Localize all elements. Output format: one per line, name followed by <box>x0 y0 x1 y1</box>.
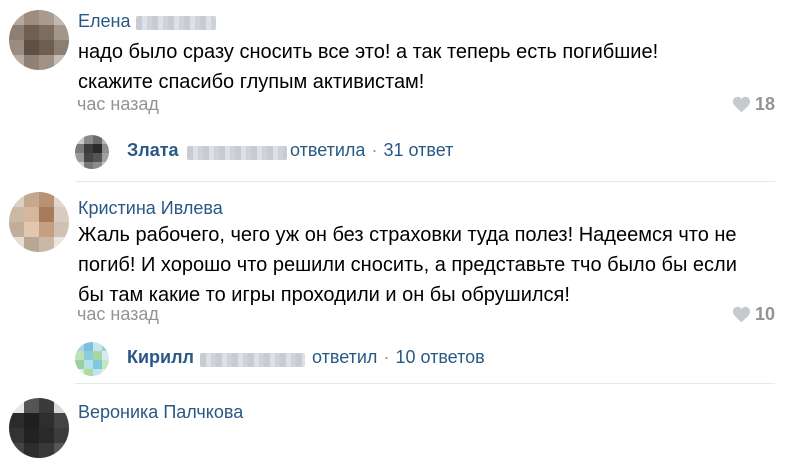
like-count: 18 <box>754 94 775 114</box>
reply-author[interactable]: Злата <box>127 140 179 161</box>
like-button[interactable]: 18 <box>732 94 775 115</box>
separator: · <box>371 140 378 160</box>
reply-author[interactable]: Кирилл <box>127 347 194 368</box>
redacted-surname <box>136 16 216 30</box>
replies-link[interactable]: Злата ответила · 31 ответ <box>75 135 495 171</box>
comment-item: Вероника Палчкова <box>0 384 797 458</box>
like-button[interactable]: 10 <box>732 304 775 325</box>
comment-item: Кристина Ивлева Жаль рабочего, чего уж о… <box>0 182 797 382</box>
comment-text: Жаль рабочего, чего уж он без страховки … <box>78 224 737 306</box>
reply-verb: ответила <box>290 140 366 160</box>
comment-author[interactable]: Вероника Палчкова <box>78 402 243 423</box>
comment-author[interactable]: Кристина Ивлева <box>78 198 223 219</box>
heart-icon <box>732 306 750 323</box>
avatar[interactable] <box>9 10 69 70</box>
reply-summary[interactable]: ответил · 10 ответов <box>312 347 485 368</box>
separator: · <box>383 347 390 367</box>
reply-count: 31 ответ <box>383 140 454 160</box>
like-count: 10 <box>754 304 775 324</box>
redacted-surname <box>200 353 305 367</box>
heart-icon <box>732 96 750 113</box>
comment-author[interactable]: Елена <box>78 11 130 32</box>
reply-avatar <box>75 342 109 376</box>
avatar[interactable] <box>9 192 69 252</box>
reply-summary[interactable]: ответила · 31 ответ <box>290 140 453 161</box>
reply-avatar <box>75 135 109 169</box>
comment-time[interactable]: час назад <box>77 94 159 115</box>
reply-count: 10 ответов <box>395 347 485 367</box>
replies-link[interactable]: Кирилл ответил · 10 ответов <box>75 342 515 378</box>
redacted-surname <box>187 146 287 160</box>
comment-text: надо было сразу сносить все это! а так т… <box>78 41 659 93</box>
comment-time[interactable]: час назад <box>77 304 159 325</box>
avatar[interactable] <box>9 398 69 458</box>
comment-item: Елена надо было сразу сносить все это! а… <box>0 0 797 180</box>
reply-verb: ответил <box>312 347 378 367</box>
